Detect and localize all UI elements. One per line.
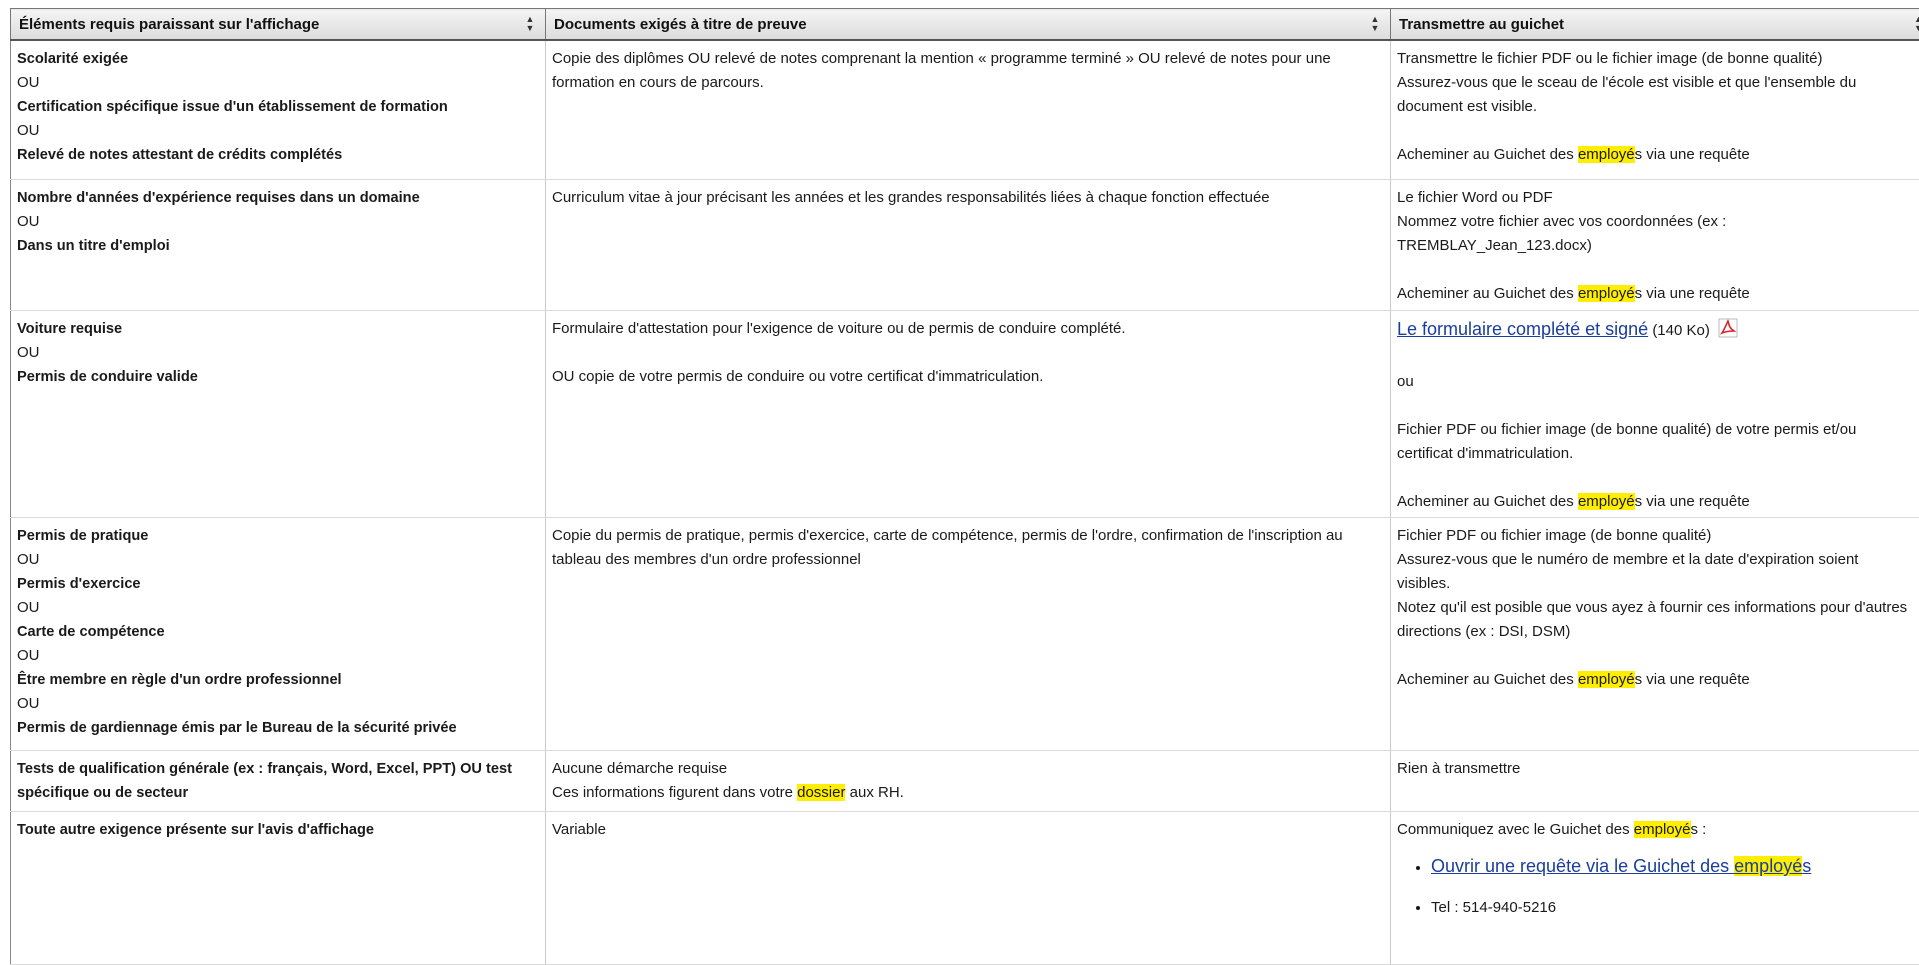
requirement-cell: Scolarité exigée OU Certification spécif… [11, 40, 546, 180]
requirement-text: Dans un titre d'emploi [17, 234, 537, 258]
column-header-requirements[interactable]: Éléments requis paraissant sur l'afficha… [11, 9, 546, 41]
document-cell: Variable [546, 812, 1391, 965]
transmit-text: Assurez-vous que le numéro de membre et … [1397, 548, 1912, 596]
transmit-text: Communiquez avec le Guichet des employés… [1397, 818, 1912, 842]
requirement-cell: Permis de pratique OU Permis d'exercice … [11, 518, 546, 751]
requirement-text: Permis de gardiennage émis par le Bureau… [17, 716, 537, 740]
or-separator: OU [17, 210, 537, 234]
column-header-label: Documents exigés à titre de preuve [554, 16, 807, 33]
requirement-text: Être membre en règle d'un ordre professi… [17, 668, 537, 692]
requirement-text: Relevé de notes attestant de crédits com… [17, 143, 537, 167]
document-text: Copie des diplômes OU relevé de notes co… [552, 50, 1331, 91]
or-separator: OU [17, 341, 537, 365]
column-header-label: Éléments requis paraissant sur l'afficha… [19, 16, 319, 33]
transmit-text: Nommez votre fichier avec vos coordonnée… [1397, 210, 1912, 258]
contact-list: Ouvrir une requête via le Guichet des em… [1397, 846, 1912, 928]
form-download-link[interactable]: Le formulaire complété et signé [1397, 319, 1648, 339]
transmit-cell: Fichier PDF ou fichier image (de bonne q… [1391, 518, 1919, 751]
or-separator: OU [17, 596, 537, 620]
document-text: Curriculum vitae à jour précisant les an… [552, 189, 1270, 206]
route-instruction: Acheminer au Guichet des employés via un… [1397, 282, 1912, 306]
table-row: Toute autre exigence présente sur l'avis… [11, 812, 1919, 965]
requirement-text: Certification spécifique issue d'un étab… [17, 95, 537, 119]
document-text: Ces informations figurent dans votre dos… [552, 781, 1382, 805]
transmit-text: Rien à transmettre [1397, 760, 1520, 777]
requirement-text: Permis de pratique [17, 524, 537, 548]
or-separator: OU [17, 71, 537, 95]
transmit-text: Notez qu'il est posible que vous ayez à … [1397, 596, 1912, 644]
document-text: OU copie de votre permis de conduire ou … [552, 365, 1382, 389]
transmit-text: Fichier PDF ou fichier image (de bonne q… [1397, 418, 1912, 466]
requirement-cell: Voiture requise OU Permis de conduire va… [11, 311, 546, 518]
requirement-cell: Toute autre exigence présente sur l'avis… [11, 812, 546, 965]
table-row: Permis de pratique OU Permis d'exercice … [11, 518, 1919, 751]
table-row: Tests de qualification générale (ex : fr… [11, 751, 1919, 812]
open-request-link[interactable]: Ouvrir une requête via le Guichet des em… [1431, 856, 1811, 876]
column-header-label: Transmettre au guichet [1399, 16, 1564, 33]
transmit-cell: Le fichier Word ou PDF Nommez votre fich… [1391, 180, 1919, 311]
table-row: Voiture requise OU Permis de conduire va… [11, 311, 1919, 518]
document-cell: Formulaire d'attestation pour l'exigence… [546, 311, 1391, 518]
requirement-text: Permis d'exercice [17, 572, 537, 596]
or-separator: OU [17, 548, 537, 572]
phone-number: Tel : 514-940-5216 [1431, 899, 1556, 916]
or-separator: OU [17, 119, 537, 143]
transmit-cell: Le formulaire complété et signé (140 Ko)… [1391, 311, 1919, 518]
transmit-cell: Communiquez avec le Guichet des employés… [1391, 812, 1919, 965]
table-row: Nombre d'années d'expérience requises da… [11, 180, 1919, 311]
document-cell: Aucune démarche requise Ces informations… [546, 751, 1391, 812]
sort-arrows-icon[interactable]: ▲▼ [525, 15, 535, 33]
requirements-table-wrapper: Éléments requis paraissant sur l'afficha… [10, 8, 1919, 965]
document-text: Aucune démarche requise [552, 757, 1382, 781]
or-separator: ou [1397, 370, 1912, 394]
requirement-cell: Nombre d'années d'expérience requises da… [11, 180, 546, 311]
sort-arrows-icon[interactable]: ▲▼ [1370, 15, 1380, 33]
requirements-table: Éléments requis paraissant sur l'afficha… [10, 8, 1919, 965]
requirement-text: Permis de conduire valide [17, 365, 537, 389]
requirement-text: Nombre d'années d'expérience requises da… [17, 186, 537, 210]
transmit-text: Fichier PDF ou fichier image (de bonne q… [1397, 524, 1912, 548]
transmit-cell: Rien à transmettre [1391, 751, 1919, 812]
or-separator: OU [17, 692, 537, 716]
route-instruction: Acheminer au Guichet des employés via un… [1397, 668, 1912, 692]
transmit-text: Le fichier Word ou PDF [1397, 186, 1912, 210]
column-header-documents[interactable]: Documents exigés à titre de preuve ▲▼ [546, 9, 1391, 41]
document-cell: Copie du permis de pratique, permis d'ex… [546, 518, 1391, 751]
file-size: (140 Ko) [1652, 322, 1710, 339]
transmit-text: Assurez-vous que le sceau de l'école est… [1397, 71, 1912, 119]
form-link-line: Le formulaire complété et signé (140 Ko) [1397, 317, 1912, 346]
transmit-cell: Transmettre le fichier PDF ou le fichier… [1391, 40, 1919, 180]
document-text: Variable [552, 821, 606, 838]
document-text: Formulaire d'attestation pour l'exigence… [552, 317, 1382, 341]
requirement-text: Scolarité exigée [17, 47, 537, 71]
table-row: Scolarité exigée OU Certification spécif… [11, 40, 1919, 180]
sort-arrows-icon[interactable]: ▲▼ [1914, 15, 1919, 33]
document-cell: Curriculum vitae à jour précisant les an… [546, 180, 1391, 311]
requirement-text: Toute autre exigence présente sur l'avis… [17, 822, 374, 838]
route-instruction: Acheminer au Guichet des employés via un… [1397, 143, 1912, 167]
or-separator: OU [17, 644, 537, 668]
route-instruction: Acheminer au Guichet des employés via un… [1397, 490, 1912, 514]
transmit-text: Transmettre le fichier PDF ou le fichier… [1397, 47, 1912, 71]
list-item: Ouvrir une requête via le Guichet des em… [1431, 846, 1912, 888]
document-cell: Copie des diplômes OU relevé de notes co… [546, 40, 1391, 180]
requirement-text: Carte de compétence [17, 620, 537, 644]
column-header-transmit[interactable]: Transmettre au guichet ▲▼ [1391, 9, 1919, 41]
document-text: Copie du permis de pratique, permis d'ex… [552, 527, 1343, 568]
requirement-text: Voiture requise [17, 317, 537, 341]
requirement-cell: Tests de qualification générale (ex : fr… [11, 751, 546, 812]
list-item: Tel : 514-940-5216 [1431, 888, 1912, 928]
pdf-icon[interactable] [1718, 318, 1738, 346]
table-header-row: Éléments requis paraissant sur l'afficha… [11, 9, 1919, 41]
requirement-text: Tests de qualification générale (ex : fr… [17, 761, 512, 801]
